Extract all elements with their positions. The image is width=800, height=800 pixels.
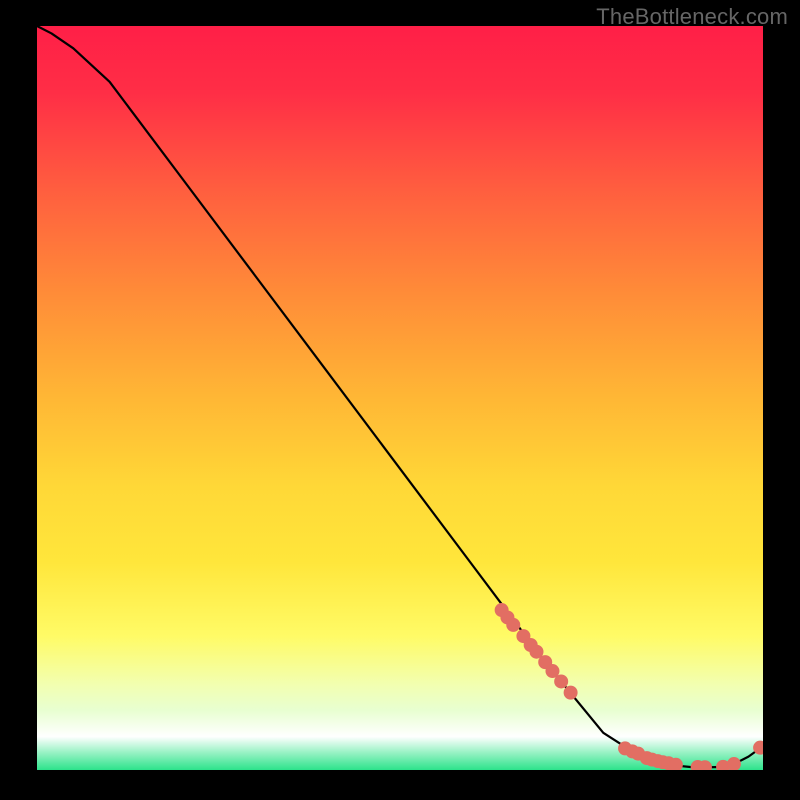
data-point bbox=[754, 741, 763, 754]
chart-svg bbox=[37, 26, 763, 770]
data-point bbox=[507, 618, 520, 631]
data-point bbox=[698, 761, 711, 770]
data-point bbox=[727, 758, 740, 770]
data-point bbox=[669, 758, 682, 770]
plot-area bbox=[37, 26, 763, 770]
gradient-background bbox=[37, 26, 763, 770]
chart-stage: TheBottleneck.com bbox=[0, 0, 800, 800]
data-point bbox=[555, 675, 568, 688]
data-point bbox=[546, 665, 559, 678]
watermark-text: TheBottleneck.com bbox=[596, 4, 788, 30]
data-point bbox=[530, 645, 543, 658]
data-point bbox=[564, 686, 577, 699]
